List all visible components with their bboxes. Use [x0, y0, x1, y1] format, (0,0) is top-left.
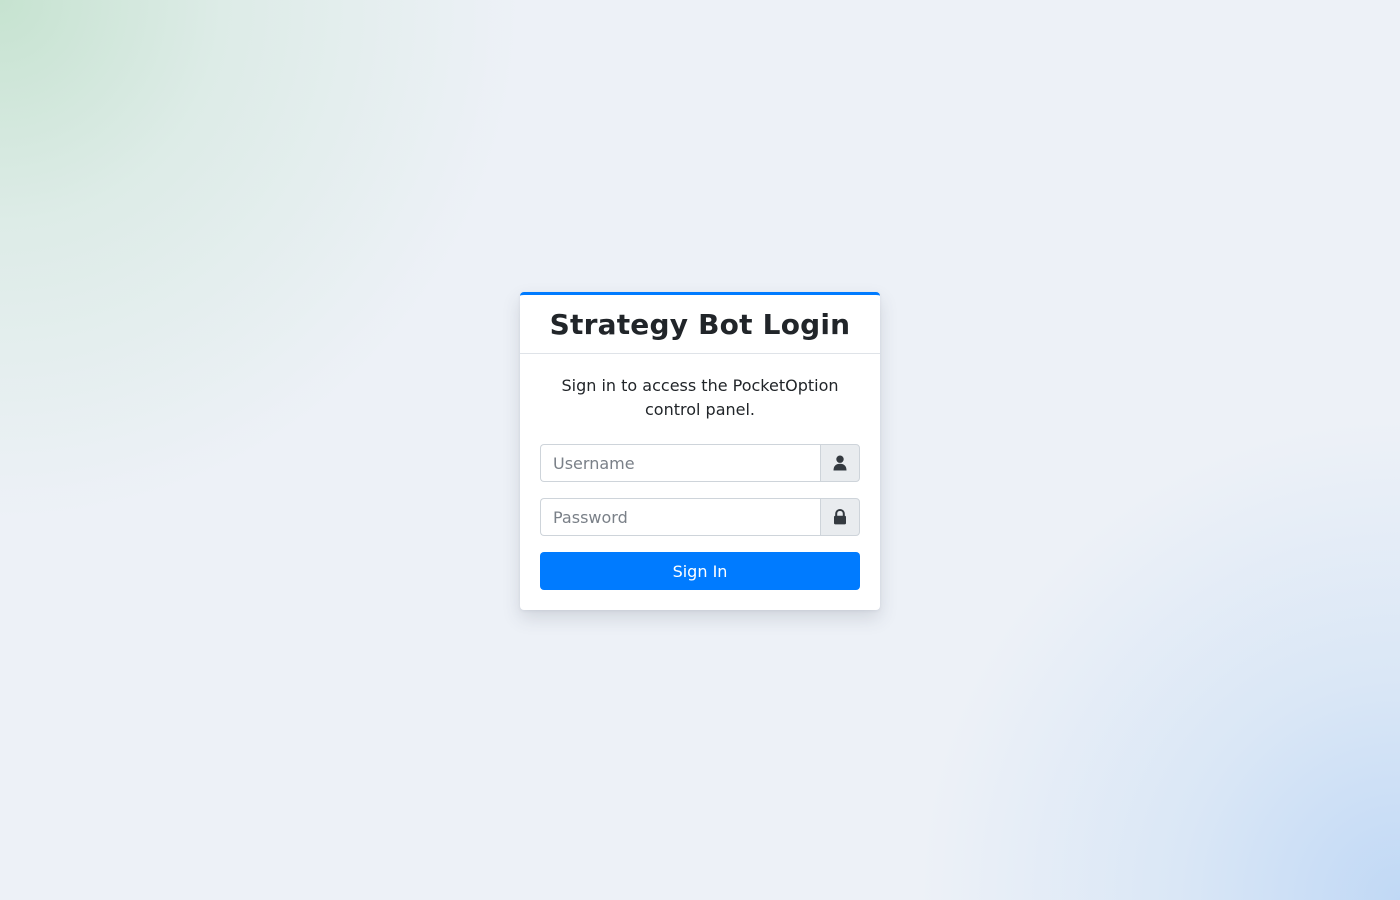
password-input[interactable] [540, 498, 820, 536]
password-addon [820, 498, 860, 536]
password-group [540, 498, 860, 536]
card-body: Sign in to access the PocketOption contr… [520, 354, 880, 610]
username-group [540, 444, 860, 482]
username-addon [820, 444, 860, 482]
username-input[interactable] [540, 444, 820, 482]
page-title: Strategy Bot Login [549, 307, 851, 341]
card-header: Strategy Bot Login [520, 295, 880, 354]
user-icon [833, 455, 847, 471]
login-card: Strategy Bot Login Sign in to access the… [520, 292, 880, 610]
lock-icon [834, 509, 846, 525]
login-subtitle: Sign in to access the PocketOption contr… [561, 376, 839, 419]
sign-in-button[interactable]: Sign In [540, 552, 860, 590]
